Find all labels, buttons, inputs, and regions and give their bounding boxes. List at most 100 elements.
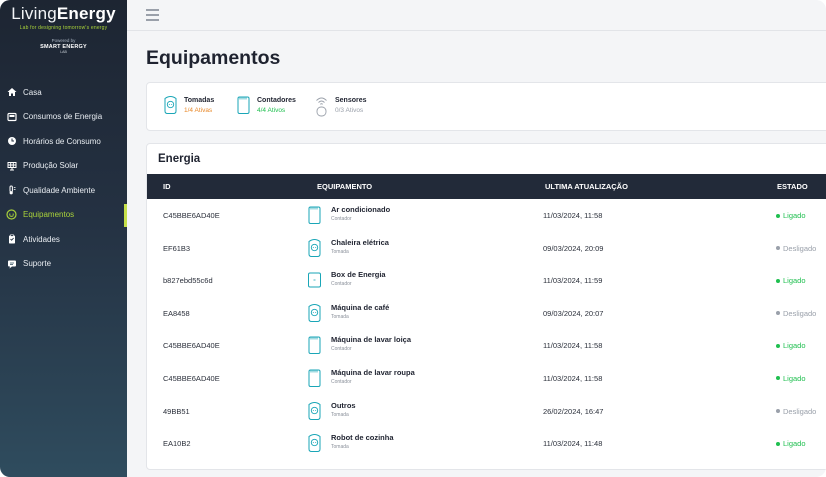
equipment-text: Máquina de lavar roupa Contador (331, 368, 415, 385)
counter-icon (307, 205, 323, 225)
equipment-type: Tomada (331, 411, 349, 418)
equipment-text: Máquina de café Tomada (331, 303, 389, 320)
status-badge: Ligado (776, 211, 806, 220)
brand-tagline: Lab for designing tomorrow's energy (19, 25, 108, 31)
column-state: ESTADO (777, 182, 808, 191)
table-row[interactable]: C45BBE6AD40E Máquina de lavar loiça Contad… (147, 329, 826, 362)
summary-sensores[interactable]: Sensores 0/3 Ativos (314, 95, 367, 117)
counter-icon (236, 95, 251, 117)
summary-card: Tomadas 1/4 Ativas Contadores 4/4 Ativos Sen… (146, 82, 826, 131)
table-row[interactable]: 49BB51 Outros Tomada 26/02/2024, 16:47 Desli… (147, 395, 826, 428)
brand-name-bold: Energy (56, 4, 116, 23)
socket-icon (163, 95, 178, 117)
sidebar-item-atividades[interactable]: Atividades (0, 227, 127, 252)
table-header: ID EQUIPAMENTO ULTIMA ATUALIZAÇÃO ESTADO (147, 174, 826, 199)
equipment-text: Chaleira elétrica Tomada (331, 238, 389, 255)
status-dot (776, 311, 780, 316)
plug-icon (6, 209, 17, 220)
sidebar-item-label: Casa (23, 87, 42, 97)
table-row[interactable]: C45BBE6AD40E Ar condicionado Contador 11/03… (147, 199, 826, 232)
status-dot (776, 343, 780, 348)
table-body: C45BBE6AD40E Ar condicionado Contador 11/03… (147, 199, 826, 460)
cell-updated: 11/03/2024, 11:58 (543, 373, 603, 383)
sidebar-item-equipamentos[interactable]: Equipamentos (0, 203, 127, 228)
cell-id: b827ebd55c6d (163, 276, 213, 286)
sidebar-item-producao-solar[interactable]: Produção Solar (0, 154, 127, 179)
sidebar-item-label: Suporte (23, 259, 52, 269)
table-row[interactable]: EF61B3 Chaleira elétrica Tomada 09/03/2024,… (147, 232, 826, 265)
status-badge: Ligado (776, 341, 806, 350)
status-badge: Desligado (776, 309, 816, 318)
powered-by-block: Powered by SMART ENERGY LAB (0, 38, 127, 54)
status-label: Ligado (783, 373, 806, 383)
cell-equipment: Máquina de lavar roupa Contador (307, 368, 415, 388)
clock-icon (6, 136, 17, 147)
equipment-text: Máquina de lavar loiça Contador (331, 335, 411, 352)
status-label: Desligado (783, 406, 817, 416)
sidebar-item-label: Consumos de Energia (23, 112, 103, 122)
app-window: LivingEnergy Lab for designing tomorrow'… (0, 0, 826, 477)
brand-name-light: Living (11, 4, 57, 23)
sidebar-item-label: Equipamentos (23, 210, 75, 220)
active-indicator (124, 203, 127, 227)
cell-id: EA10B2 (163, 439, 191, 449)
status-label: Ligado (783, 276, 806, 286)
cell-updated: 09/03/2024, 20:07 (543, 308, 604, 318)
topbar (127, 0, 826, 31)
table-row[interactable]: C45BBE6AD40E Máquina de lavar roupa Contad… (147, 362, 826, 395)
cell-equipment: Outros Tomada (307, 401, 356, 421)
sidebar-item-suporte[interactable]: Suporte (0, 252, 127, 277)
sidebar-item-horarios-de-consumo[interactable]: Horários de Consumo (0, 129, 127, 154)
home-icon (6, 87, 17, 98)
equipment-type: Contador (331, 281, 352, 288)
equipment-name: Ar condicionado (331, 205, 391, 214)
cell-id: EA8458 (163, 308, 190, 318)
cell-updated: 11/03/2024, 11:58 (543, 341, 603, 351)
sidebar-item-qualidade-ambiente[interactable]: Qualidade Ambiente (0, 178, 127, 203)
sidebar-item-casa[interactable]: Casa (0, 80, 127, 105)
equipment-name: Box de Energia (331, 270, 386, 280)
equipment-type: Tomada (331, 248, 349, 255)
sidebar-nav: Casa Consumos de Energia Horários de Consu… (0, 80, 127, 276)
menu-icon[interactable] (146, 9, 159, 21)
status-badge: Desligado (776, 407, 816, 416)
sidebar-item-consumos-de-energia[interactable]: Consumos de Energia (0, 105, 127, 130)
socket-icon (307, 401, 323, 421)
status-label: Desligado (783, 308, 817, 318)
summary-count: 1/4 Ativas (184, 107, 213, 114)
status-dot (776, 409, 780, 414)
thermometer-icon (6, 185, 17, 196)
meter-icon (6, 111, 17, 122)
status-dot (776, 441, 780, 446)
summary-title: Contadores (257, 97, 296, 104)
brand-logo[interactable]: LivingEnergy Lab for designing tomorrow'… (0, 4, 127, 31)
counter-icon (307, 368, 323, 388)
table-row[interactable]: EA8458 Máquina de café Tomada 09/03/2024, 2… (147, 297, 826, 330)
status-dot (776, 213, 780, 218)
sensor-icon (314, 95, 329, 117)
sidebar-item-label: Qualidade Ambiente (23, 185, 96, 195)
equipment-type: Contador (331, 216, 352, 222)
column-id: ID (163, 182, 171, 191)
summary-tomadas[interactable]: Tomadas 1/4 Ativas (163, 95, 214, 117)
column-equipment: EQUIPAMENTO (317, 182, 373, 191)
equipment-name: Outros (331, 400, 356, 410)
table-row[interactable]: EA10B2 Robot de cozinha Tomada 11/03/2024, … (147, 427, 826, 460)
equipment-type: Contador (331, 378, 352, 385)
status-dot (776, 246, 780, 251)
equipment-name: Robot de cozinha (331, 433, 394, 443)
table-row[interactable]: b827ebd55c6d Box de Energia Contador 11/03/… (147, 264, 826, 297)
cell-equipment: Máquina de lavar loiça Contador (307, 335, 411, 355)
box-icon (307, 270, 323, 290)
counter-icon (307, 335, 323, 355)
socket-icon (307, 433, 323, 453)
cell-equipment: Chaleira elétrica Tomada (307, 238, 389, 258)
cell-id: C45BBE6AD40E (163, 211, 220, 220)
summary-text: Sensores 0/3 Ativos (335, 95, 367, 114)
summary-contadores[interactable]: Contadores 4/4 Ativos (236, 95, 296, 117)
equipment-name: Máquina de café (331, 302, 390, 312)
cell-equipment: Box de Energia Contador (307, 270, 386, 290)
cell-equipment: Robot de cozinha Tomada (307, 433, 394, 453)
status-badge: Ligado (776, 439, 806, 448)
summary-count: 4/4 Ativos (257, 107, 286, 114)
